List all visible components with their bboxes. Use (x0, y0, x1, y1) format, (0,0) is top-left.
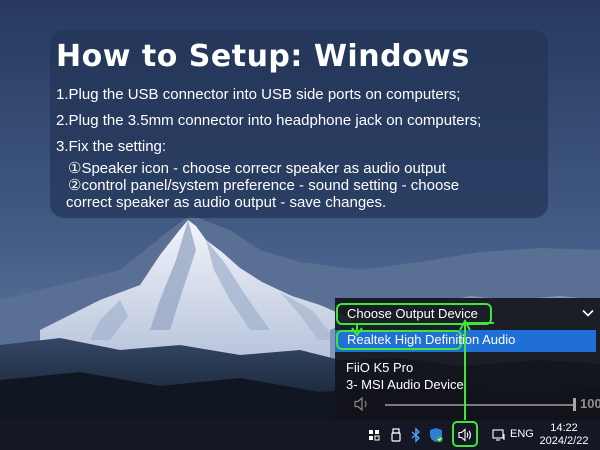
choose-output-device-header[interactable]: Choose Output Device (336, 303, 492, 325)
volume-speaker-icon[interactable] (353, 396, 371, 412)
device-item-selected[interactable]: Realtek High Definition Audio (335, 330, 596, 352)
device-item-label: Realtek High Definition Audio (336, 330, 515, 350)
instruction-card: How to Setup: Windows 1.Plug the USB con… (50, 30, 548, 218)
instruction-step-1: 1.Plug the USB connector into USB side p… (56, 86, 461, 103)
device-item[interactable]: FiiO K5 Pro (346, 360, 413, 376)
device-item[interactable]: 3- MSI Audio Device (346, 377, 464, 393)
bluetooth-icon[interactable] (408, 427, 424, 443)
usb-drive-icon[interactable] (388, 427, 404, 443)
clock-date: 2024/2/22 (539, 435, 589, 447)
speaker-icon (458, 428, 471, 442)
instruction-title: How to Setup: Windows (56, 39, 470, 74)
taskbar: ENG 14:22 2024/2/22 (0, 420, 600, 450)
output-device-flyout: Choose Output Device Realtek High Defini… (335, 298, 600, 420)
volume-row: 100 (353, 396, 600, 414)
clock[interactable]: 14:22 2024/2/22 (536, 422, 592, 448)
volume-slider-thumb[interactable] (573, 398, 576, 411)
display-icon[interactable] (491, 427, 507, 443)
clock-time: 14:22 (550, 422, 578, 434)
chevron-down-icon[interactable] (582, 307, 594, 319)
instruction-substep-2-line-1: ②control panel/system preference - sound… (68, 177, 460, 194)
instruction-step-3: 3.Fix the setting: (56, 138, 167, 155)
volume-slider-track[interactable] (385, 404, 575, 406)
instruction-substep-1: ①Speaker icon - choose correcr speaker a… (68, 160, 446, 177)
show-hidden-icons-icon[interactable] (366, 427, 382, 443)
volume-value: 100 (580, 396, 600, 411)
security-shield-icon[interactable] (428, 427, 444, 443)
language-indicator[interactable]: ENG (510, 428, 534, 440)
instruction-step-2: 2.Plug the 3.5mm connector into headphon… (56, 112, 482, 129)
instruction-substep-2-line-2: correct speaker as audio output - save c… (66, 194, 387, 211)
speaker-tray-button[interactable] (452, 421, 478, 447)
instruction-substep-2: ②control panel/system preference - sound… (56, 177, 542, 211)
